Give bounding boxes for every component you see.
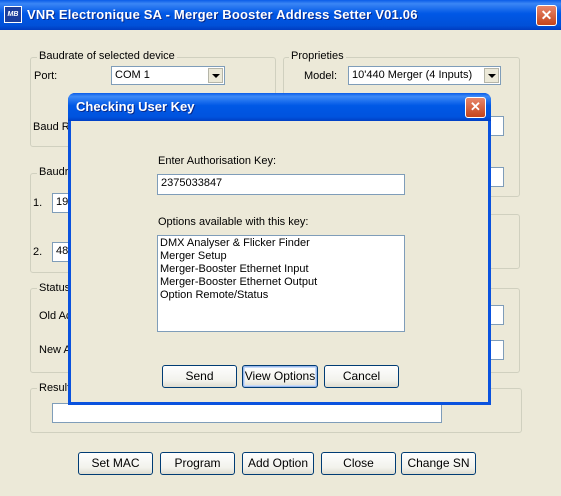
set-mac-button[interactable]: Set MAC	[78, 452, 153, 475]
option-item[interactable]: DMX Analyser & Flicker Finder	[160, 237, 402, 250]
send-button[interactable]: Send	[162, 365, 237, 388]
dialog-title-bar[interactable]: Checking User Key ✕	[68, 93, 491, 121]
baudrate-selected-title: Baudrate of selected device	[37, 50, 177, 62]
result-group-title: Result	[37, 382, 73, 394]
option-item[interactable]: Merger-Booster Ethernet Output	[160, 276, 402, 289]
port-dropdown[interactable]: COM 1	[111, 66, 225, 85]
authorisation-key-field[interactable]: 2375033847	[157, 174, 405, 195]
status-group-title: Status	[37, 282, 73, 294]
baud-rate-label: Baud R	[33, 121, 70, 133]
model-value: 10'440 Merger (4 Inputs)	[352, 69, 473, 81]
new-address-label: New A	[39, 344, 71, 356]
authorisation-key-label: Enter Authorisation Key:	[158, 155, 277, 167]
model-dropdown[interactable]: 10'440 Merger (4 Inputs)	[348, 66, 501, 85]
main-title-bar[interactable]: MB VNR Electronique SA - Merger Booster …	[0, 0, 561, 30]
port-label: Port:	[34, 70, 58, 82]
checking-user-key-dialog: Checking User Key ✕ Enter Authorisation …	[68, 93, 491, 405]
baudrate-row1-label: 1.	[33, 197, 43, 209]
window-close-button[interactable]: ✕	[536, 5, 557, 26]
options-available-label: Options available with this key:	[158, 216, 309, 228]
chevron-down-icon[interactable]	[208, 68, 223, 83]
app-logo-icon: MB	[4, 6, 22, 23]
option-item[interactable]: Merger-Booster Ethernet Input	[160, 263, 402, 276]
dialog-close-button[interactable]: ✕	[465, 97, 486, 118]
port-value: COM 1	[115, 69, 150, 81]
options-listbox[interactable]: DMX Analyser & Flicker Finder Merger Set…	[157, 235, 405, 332]
old-address-label: Old Ac	[39, 310, 72, 322]
option-item[interactable]: Merger Setup	[160, 250, 402, 263]
chevron-down-icon[interactable]	[484, 68, 499, 83]
option-item[interactable]: Option Remote/Status	[160, 289, 402, 302]
add-option-button[interactable]: Add Option	[242, 452, 314, 475]
change-sn-button[interactable]: Change SN	[401, 452, 476, 475]
close-button[interactable]: Close	[321, 452, 396, 475]
dialog-title: Checking User Key	[76, 99, 195, 114]
cancel-button[interactable]: Cancel	[324, 365, 399, 388]
dialog-body: Enter Authorisation Key: 2375033847 Opti…	[71, 121, 488, 402]
baudrate-row2-label: 2.	[33, 246, 43, 258]
window-title: VNR Electronique SA - Merger Booster Add…	[27, 7, 418, 22]
program-button[interactable]: Program	[160, 452, 235, 475]
model-label: Model:	[304, 70, 338, 82]
result-progress-bar	[52, 403, 442, 423]
view-options-button[interactable]: View Options	[242, 365, 318, 388]
right-middle-group	[488, 214, 520, 269]
proprieties-title: Proprieties	[289, 50, 346, 62]
